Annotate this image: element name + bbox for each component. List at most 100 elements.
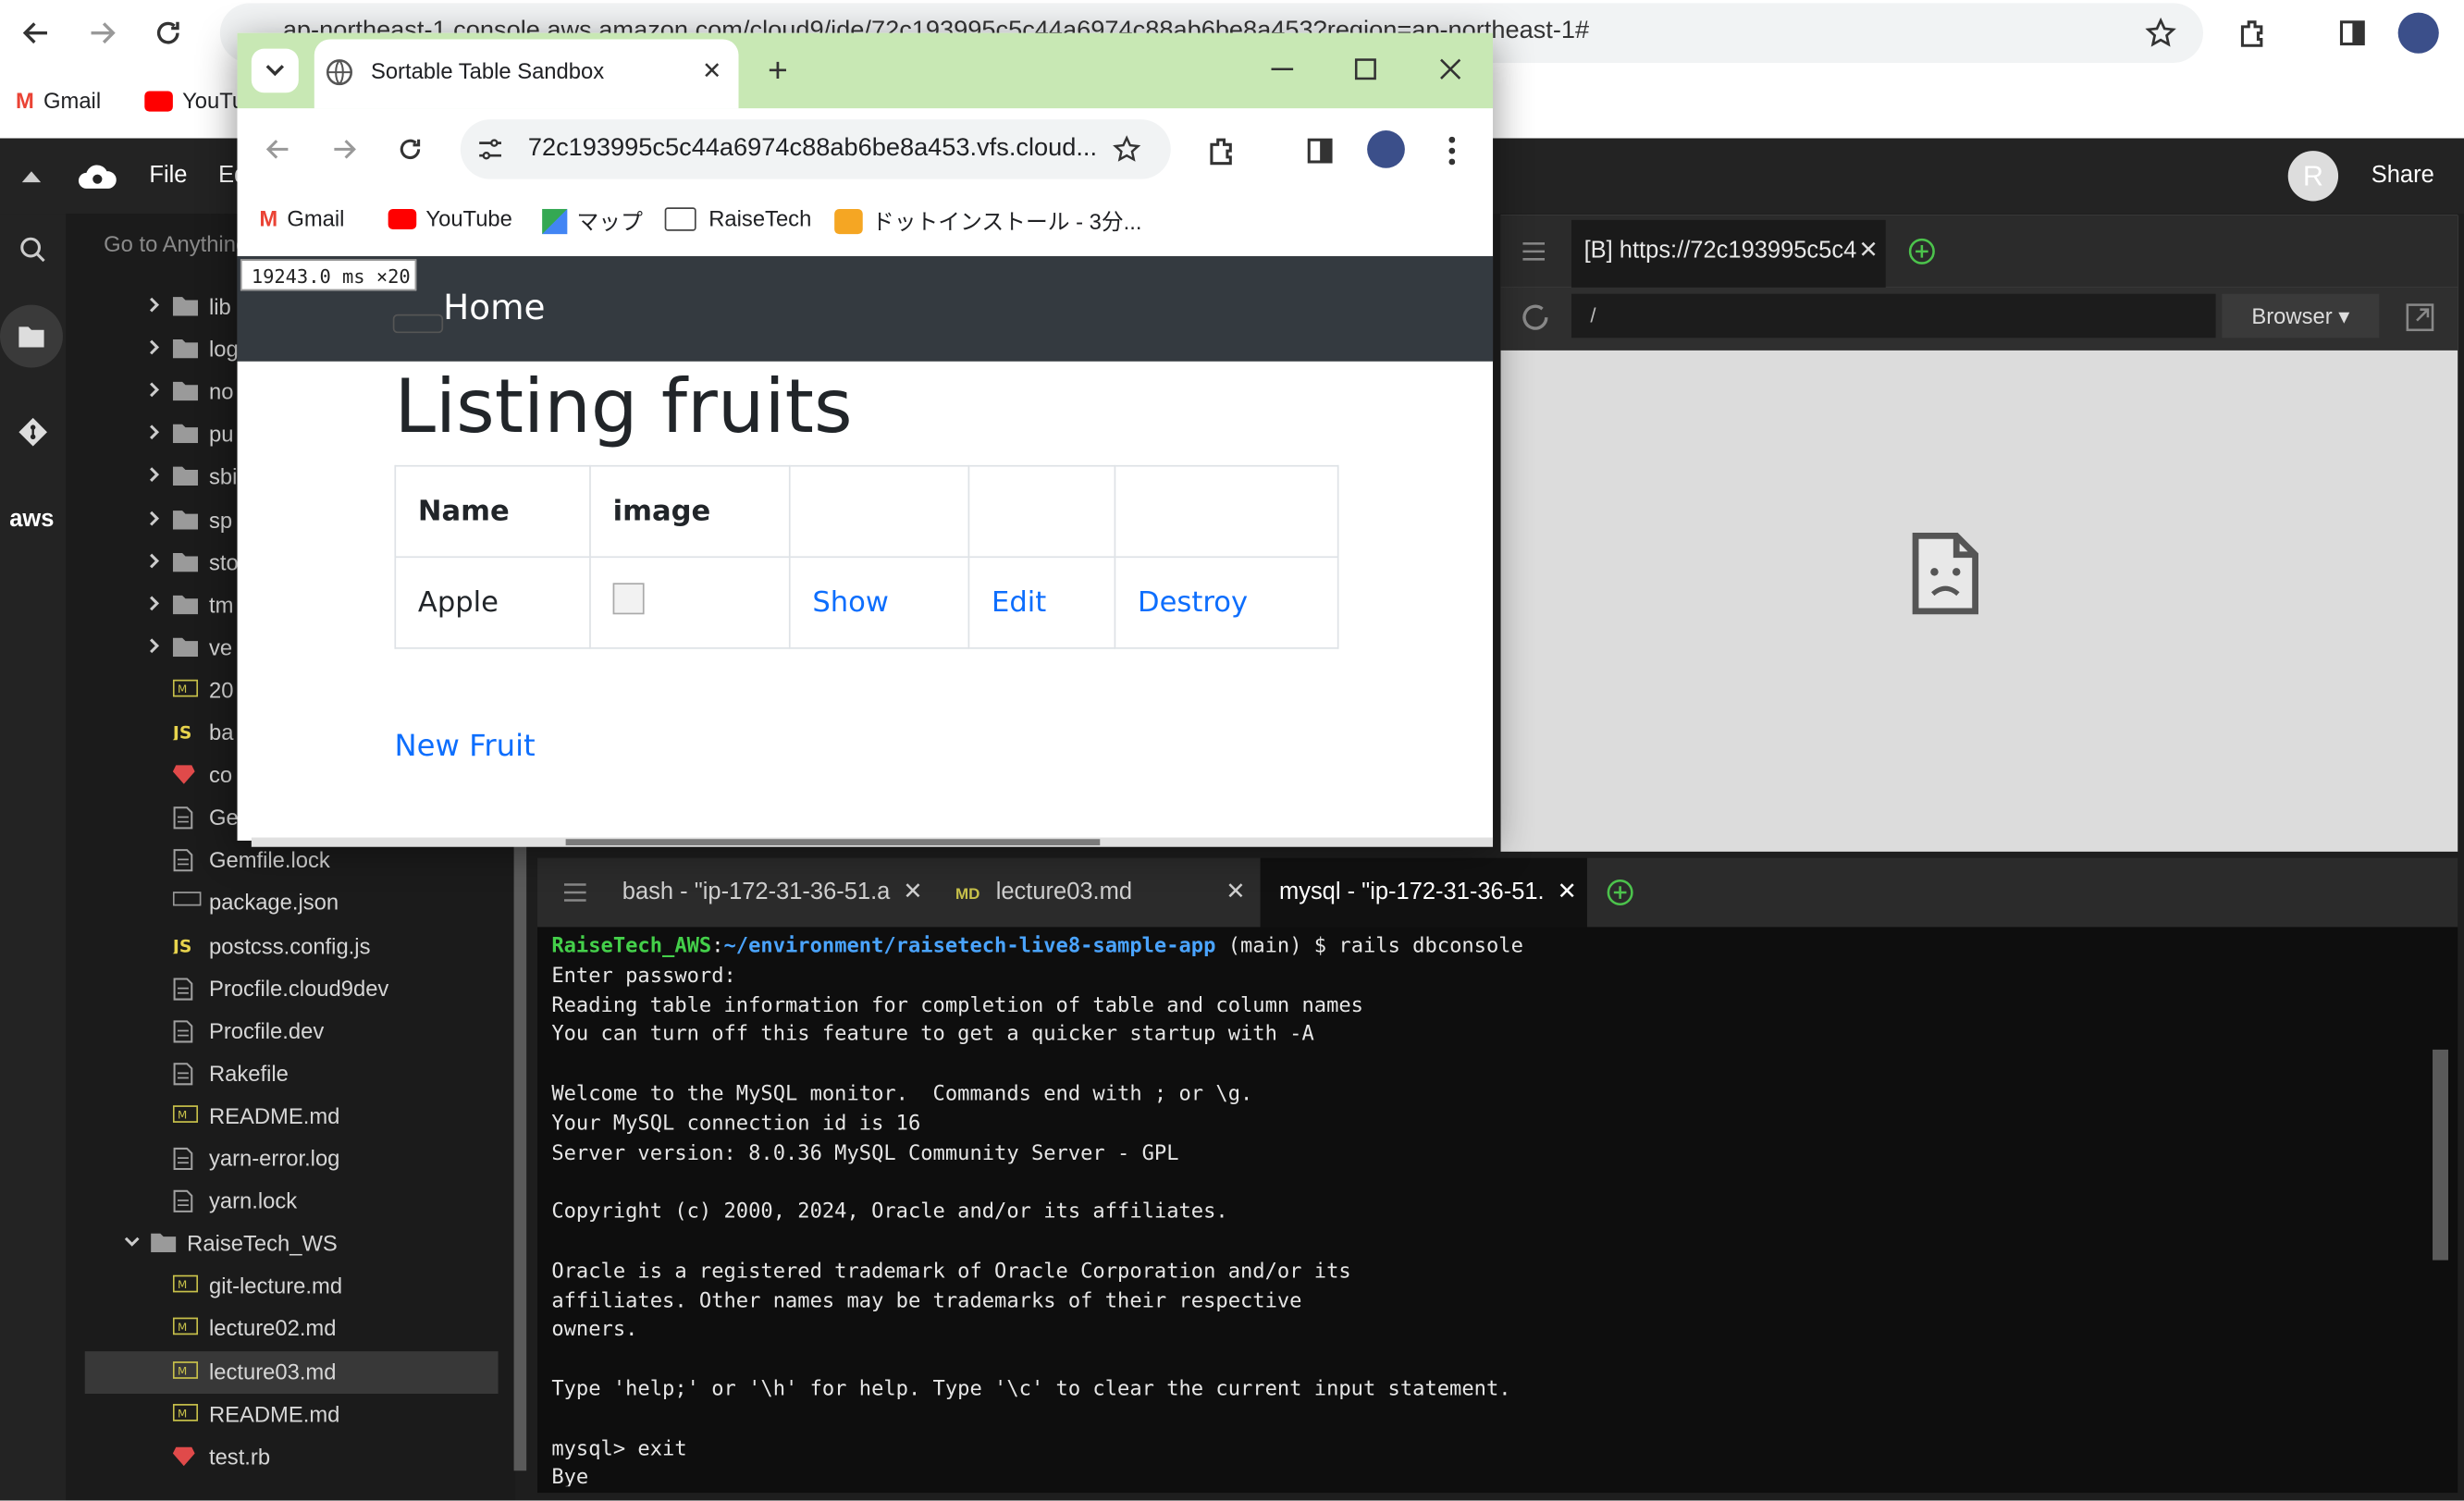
popup-bookmark-star-icon[interactable] <box>1111 133 1142 165</box>
outer-bookmark-gmail[interactable]: M Gmail <box>16 88 101 113</box>
share-button[interactable]: Share <box>2372 162 2434 189</box>
add-terminal-icon[interactable] <box>1603 875 1637 909</box>
folder-icon <box>172 466 199 488</box>
popup-bookmark-raisetech[interactable]: RaiseTech <box>664 206 811 231</box>
popup-bookmark-youtube[interactable]: YouTube <box>388 206 512 231</box>
popup-extensions-icon[interactable] <box>1202 132 1240 170</box>
maps-icon <box>542 208 568 235</box>
search-icon[interactable] <box>13 229 54 270</box>
folder-icon <box>172 424 199 446</box>
file-icon <box>173 1062 198 1085</box>
sidebar-scrollbar[interactable] <box>513 842 527 1471</box>
preview-tab[interactable]: [B] https://72c193995c5c4 <box>1571 219 1886 288</box>
tree-item[interactable]: Mgit-lecture.md <box>85 1265 499 1308</box>
cloud9-logo-icon[interactable] <box>76 154 120 199</box>
terminal-tab-menu-icon[interactable] <box>560 877 591 908</box>
site-info-icon[interactable] <box>476 135 505 164</box>
popup-bookmark-dotinstall[interactable]: ドットインストール - 3分... <box>834 206 1142 238</box>
terminal-prompt-line: RaiseTech_AWS:~/environment/raisetech-li… <box>551 934 1523 959</box>
chevron-right-icon[interactable] <box>144 338 169 360</box>
terminal-output[interactable]: RaiseTech_AWS:~/environment/raisetech-li… <box>551 933 2421 1486</box>
tab-search-chevron-icon[interactable] <box>251 48 299 93</box>
user-avatar[interactable]: R <box>2287 151 2339 202</box>
popup-bookmark-label: マップ <box>576 208 643 235</box>
terminal-tab-bash[interactable]: bash - "ip-172-31-36-51.a ✕ <box>603 858 942 928</box>
tree-item[interactable]: package.json <box>85 882 499 925</box>
navbar-toggler-icon[interactable] <box>392 314 444 334</box>
reload-icon[interactable] <box>148 13 189 54</box>
tab-menu-icon[interactable] <box>1518 236 1549 267</box>
tree-item[interactable]: yarn.lock <box>85 1180 499 1223</box>
file-icon <box>173 1189 198 1213</box>
close-icon[interactable]: ✕ <box>903 879 922 905</box>
chevron-right-icon[interactable] <box>144 380 169 402</box>
chevron-right-icon[interactable] <box>144 551 169 573</box>
tree-item[interactable]: JS postcss.config.js <box>85 925 499 967</box>
forward-icon[interactable] <box>81 13 122 54</box>
edit-link[interactable]: Edit <box>992 586 1046 620</box>
destroy-link[interactable]: Destroy <box>1138 586 1248 620</box>
outer-bookmark-youtube[interactable]: YouTu <box>144 88 244 113</box>
show-link[interactable]: Show <box>812 586 889 620</box>
collapse-up-icon[interactable] <box>16 160 47 191</box>
new-fruit-link[interactable]: New Fruit <box>394 729 535 763</box>
tree-item[interactable]: Procfile.cloud9dev <box>85 967 499 1010</box>
terminal-tab-mysql[interactable]: mysql - "ip-172-31-36-51. ✕ <box>1260 857 1587 928</box>
navbar-brand-home[interactable]: Home <box>443 289 545 328</box>
chevron-right-icon[interactable] <box>144 295 169 317</box>
side-panel-icon[interactable] <box>2332 13 2372 54</box>
preview-tab-close-icon[interactable]: ✕ <box>1854 236 1883 265</box>
preview-browser-button[interactable]: Browser ▾ <box>2222 293 2380 338</box>
popup-address-bar[interactable]: 72c193995c5c44a6974c88ab6be8a453.vfs.clo… <box>460 119 1171 179</box>
popup-forward-icon[interactable] <box>326 132 361 166</box>
tree-item[interactable]: M README.md <box>85 1095 499 1138</box>
tree-item[interactable]: Mlecture03.md <box>84 1350 499 1394</box>
tree-item-label: lecture03.md <box>208 1358 337 1384</box>
tree-item[interactable]: Procfile.dev <box>85 1010 499 1052</box>
tree-item[interactable]: M README.md <box>85 1393 499 1435</box>
tree-item[interactable]: RaiseTech_WS <box>85 1223 499 1265</box>
minimize-icon[interactable] <box>1263 50 1301 88</box>
chevron-right-icon[interactable] <box>144 636 169 658</box>
terminal-tab-lecture03[interactable]: MD lecture03.md ✕ <box>942 858 1257 928</box>
popup-bookmark-maps[interactable]: マップ <box>542 206 643 238</box>
popup-scrollbar-thumb[interactable] <box>565 839 1101 846</box>
environment-files-icon[interactable] <box>0 304 63 368</box>
chevron-down-icon[interactable] <box>123 1232 148 1254</box>
popup-bookmark-gmail[interactable]: M Gmail <box>259 206 344 231</box>
popout-icon[interactable] <box>2401 299 2439 337</box>
preview-refresh-icon[interactable] <box>1515 297 1556 338</box>
terminal-scrollbar[interactable] <box>2433 1049 2449 1261</box>
chevron-right-icon[interactable] <box>144 424 169 446</box>
window-close-icon[interactable] <box>1432 50 1470 88</box>
popup-profile-avatar[interactable] <box>1367 130 1405 168</box>
profile-avatar[interactable] <box>2397 12 2439 54</box>
close-icon[interactable]: ✕ <box>1226 858 1245 928</box>
back-icon[interactable] <box>16 13 56 54</box>
extensions-icon[interactable] <box>2232 13 2273 54</box>
tree-item[interactable]: Rakefile <box>85 1052 499 1095</box>
close-icon[interactable]: ✕ <box>1558 879 1577 905</box>
popup-back-icon[interactable] <box>261 132 295 166</box>
tree-item[interactable]: test.rb <box>85 1435 499 1478</box>
prompt-path: ~/environment/raisetech-live8-sample-app <box>723 934 1216 959</box>
chevron-right-icon[interactable] <box>144 594 169 616</box>
menu-file[interactable]: File <box>149 162 187 189</box>
preview-path-input[interactable]: / <box>1571 293 2216 338</box>
popup-side-panel-icon[interactable] <box>1301 132 1339 170</box>
add-tab-icon[interactable] <box>1904 234 1939 268</box>
tree-item[interactable]: yarn-error.log <box>85 1138 499 1180</box>
maximize-icon[interactable] <box>1347 50 1385 88</box>
svg-text:M: M <box>178 1407 187 1420</box>
chevron-right-icon[interactable] <box>144 509 169 531</box>
kebab-menu-icon[interactable] <box>1436 132 1468 170</box>
aws-toolkit-icon[interactable]: aws <box>9 506 54 533</box>
folder-icon <box>172 380 199 402</box>
new-tab-icon[interactable]: + <box>760 50 795 89</box>
popup-tab-close-icon[interactable]: ✕ <box>697 56 726 85</box>
source-control-icon[interactable] <box>13 412 54 452</box>
popup-reload-icon[interactable] <box>393 132 427 166</box>
chevron-right-icon[interactable] <box>144 466 169 488</box>
tree-item[interactable]: Mlecture02.md <box>85 1308 499 1350</box>
bookmark-star-icon[interactable] <box>2140 13 2181 54</box>
